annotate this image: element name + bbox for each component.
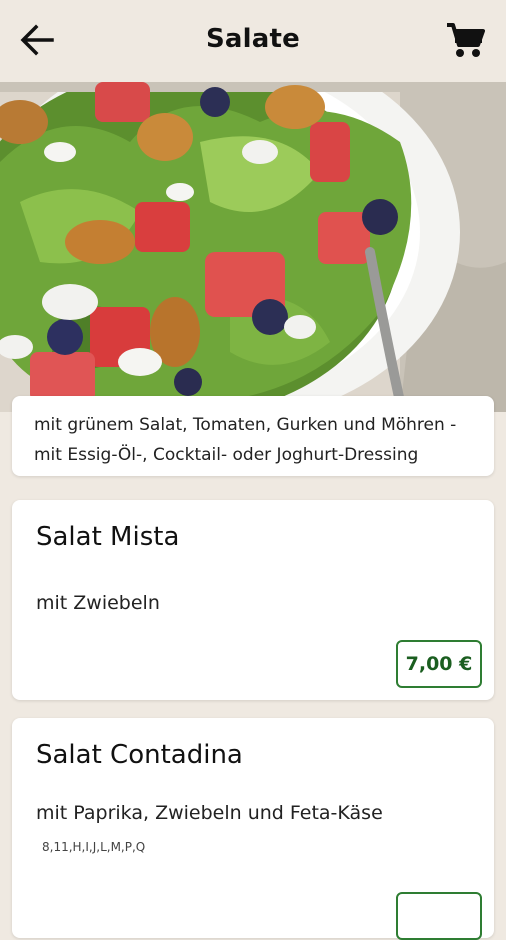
shopping-cart-icon xyxy=(447,23,485,57)
menu-item-card[interactable]: Salat Mista mit Zwiebeln 7,00 € xyxy=(12,500,494,700)
item-description: mit Paprika, Zwiebeln und Feta-Käse xyxy=(36,802,383,824)
menu-item-card[interactable]: Salat Contadina mit Paprika, Zwiebeln un… xyxy=(12,718,494,940)
item-allergens: 8,11,H,I,J,L,M,P,Q xyxy=(42,840,146,854)
category-image xyxy=(0,82,506,412)
item-name: Salat Mista xyxy=(36,522,180,552)
price-button[interactable]: 7,00 € xyxy=(396,640,482,688)
app-bar: Salate xyxy=(0,0,506,82)
page-title: Salate xyxy=(206,24,300,54)
cart-button[interactable] xyxy=(444,20,486,60)
item-description: mit Zwiebeln xyxy=(36,592,160,614)
item-name: Salat Contadina xyxy=(36,740,243,770)
category-description-card: mit grünem Salat, Tomaten, Gurken und Mö… xyxy=(12,396,494,476)
price-button[interactable] xyxy=(396,892,482,940)
category-description: mit grünem Salat, Tomaten, Gurken und Mö… xyxy=(34,415,457,465)
